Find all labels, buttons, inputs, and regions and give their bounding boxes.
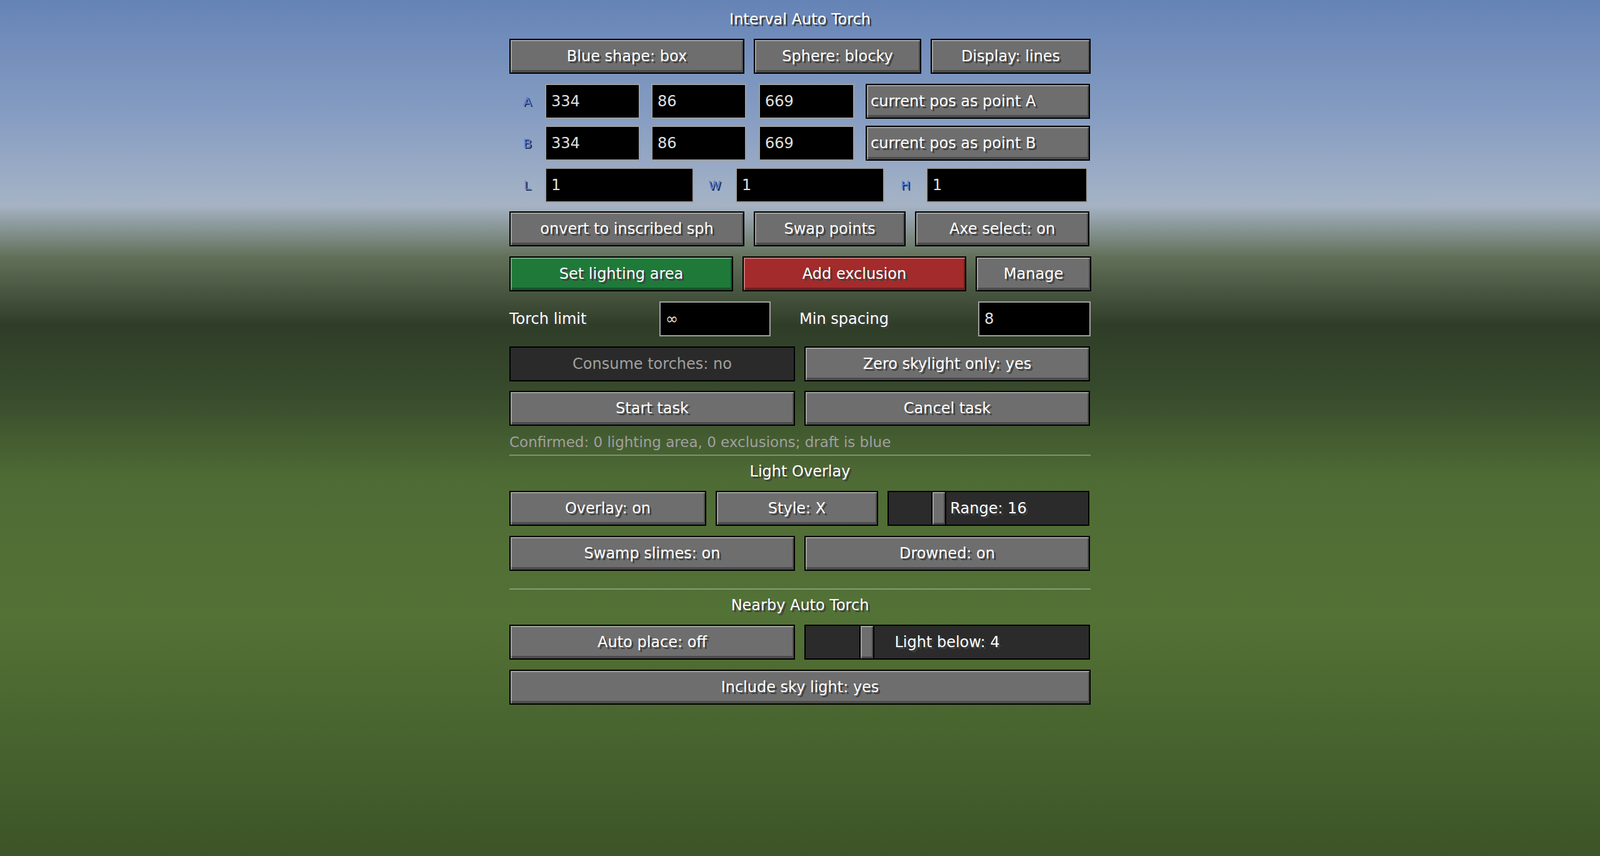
slider-knob[interactable]	[931, 491, 947, 525]
dimension-field[interactable]	[735, 167, 885, 203]
mob-row: Swamp slimes: onDrowned: on	[509, 535, 1091, 571]
dimension-field[interactable]	[926, 167, 1088, 203]
section-title: Nearby Auto Torch	[509, 594, 1091, 616]
shape-button[interactable]: Sphere: blocky	[753, 38, 922, 74]
current-pos-button[interactable]: current pos as point B	[865, 125, 1090, 161]
tool-button[interactable]: Swap points	[753, 211, 906, 247]
torch-limit-field[interactable]	[659, 301, 771, 337]
style-button[interactable]: Style: X	[715, 490, 879, 526]
slider-knob[interactable]	[859, 625, 875, 659]
auto-place-button[interactable]: Auto place: off	[509, 624, 795, 660]
point-row: Acurrent pos as point A	[509, 83, 1091, 119]
current-pos-button[interactable]: current pos as point A	[865, 83, 1090, 119]
dimension-label: L	[509, 167, 545, 203]
dimension-row: LWH	[509, 167, 1091, 203]
auto-torch-panel: Interval Auto Torch Blue shape: boxSphere…	[509, 0, 1091, 856]
torch-limit-label: Torch limit	[509, 301, 660, 337]
area-button[interactable]: Manage	[975, 256, 1092, 292]
min-spacing-field[interactable]	[978, 301, 1091, 337]
tool-row: onvert to inscribed sphSwap pointsAxe se…	[509, 211, 1091, 247]
shape-button[interactable]: Display: lines	[930, 38, 1091, 74]
point-label: B	[509, 125, 545, 161]
area-row: Set lighting areaAdd exclusionManage	[509, 256, 1091, 292]
x-field[interactable]	[545, 83, 640, 119]
y-field[interactable]	[651, 125, 747, 161]
sky-light-row: Include sky light: yes	[509, 669, 1091, 705]
shape-button[interactable]: Blue shape: box	[509, 38, 745, 74]
overlay-row: Overlay: onStyle: X Range: 16	[509, 490, 1091, 526]
sky-light-button[interactable]: Include sky light: yes	[509, 669, 1091, 705]
slider-label: Light below: 4	[894, 633, 1000, 651]
auto-place-row: Auto place: off Light below: 4	[509, 624, 1091, 660]
y-field[interactable]	[651, 83, 747, 119]
point-label: A	[509, 83, 545, 119]
task-button[interactable]: Cancel task	[804, 390, 1090, 426]
option-button[interactable]: Consume torches: no	[509, 346, 795, 382]
task-row: Start taskCancel task	[509, 390, 1091, 426]
light-below-slider[interactable]: Light below: 4	[804, 624, 1090, 660]
area-button[interactable]: Add exclusion	[742, 256, 967, 292]
range-slider[interactable]: Range: 16	[887, 490, 1090, 526]
options-row: Consume torches: noZero skylight only: y…	[509, 346, 1091, 382]
z-field[interactable]	[758, 125, 855, 161]
tool-button[interactable]: Axe select: on	[915, 211, 1090, 247]
section-title: Light Overlay	[509, 460, 1091, 482]
status-text: Confirmed: 0 lighting area, 0 exclusions…	[509, 434, 1091, 450]
shape-row: Blue shape: boxSphere: blockyDisplay: li…	[509, 38, 1091, 74]
x-field[interactable]	[545, 125, 640, 161]
area-button[interactable]: Set lighting area	[509, 256, 734, 292]
limit-row: Torch limit Min spacing	[509, 301, 1091, 337]
separator	[509, 588, 1091, 590]
task-button[interactable]: Start task	[509, 390, 795, 426]
dimension-field[interactable]	[545, 167, 694, 203]
separator	[509, 454, 1091, 456]
mob-button[interactable]: Drowned: on	[804, 535, 1090, 571]
point-row: Bcurrent pos as point B	[509, 125, 1091, 161]
min-spacing-label: Min spacing	[770, 301, 979, 337]
tool-button[interactable]: onvert to inscribed sph	[509, 211, 745, 247]
panel-title: Interval Auto Torch	[509, 8, 1091, 30]
screen: Interval Auto Torch Blue shape: boxSphere…	[0, 0, 1600, 856]
z-field[interactable]	[758, 83, 855, 119]
slider-label: Range: 16	[950, 499, 1027, 517]
dimension-label: W	[693, 167, 736, 203]
dimension-label: H	[884, 167, 927, 203]
mob-button[interactable]: Swamp slimes: on	[509, 535, 795, 571]
option-button[interactable]: Zero skylight only: yes	[804, 346, 1090, 382]
overlay-button[interactable]: Overlay: on	[509, 490, 707, 526]
